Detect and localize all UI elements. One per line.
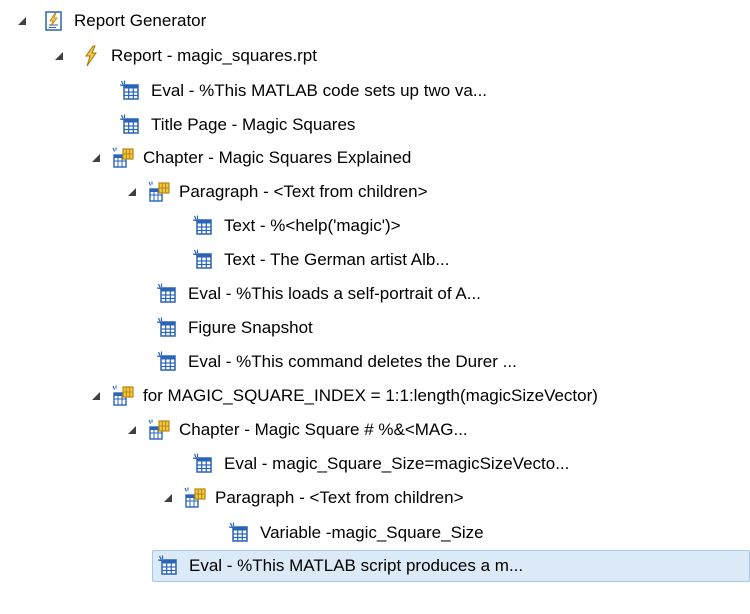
tree-node-title-page[interactable]: Title Page - Magic Squares: [120, 109, 355, 141]
lightning-icon: [85, 45, 97, 67]
tree-node-label: Eval - magic_Square_Size=magicSizeVecto.…: [224, 454, 570, 473]
table-group-icon: [148, 181, 170, 202]
tree-node-chapter[interactable]: Chapter - Magic Squares Explained: [92, 142, 411, 174]
table-icon: [158, 555, 177, 575]
tree-node-paragraph[interactable]: Paragraph - <Text from children>: [164, 482, 464, 514]
tree-node-report[interactable]: Report - magic_squares.rpt: [55, 40, 317, 72]
table-icon: [193, 215, 212, 235]
table-group-icon: [112, 385, 134, 406]
tree-node-eval[interactable]: Eval - %This loads a self-portrait of A.…: [157, 278, 481, 310]
tree-node-chapter[interactable]: Chapter - Magic Square # %&<MAG...: [128, 414, 468, 446]
table-group-icon: [148, 419, 170, 440]
tree-node-text[interactable]: Text - %<help('magic')>: [193, 210, 401, 242]
tree-node-for-loop[interactable]: for MAGIC_SQUARE_INDEX = 1:1:length(magi…: [92, 380, 598, 412]
tree-node-eval[interactable]: Eval - %This command deletes the Durer .…: [157, 346, 517, 378]
table-icon: [229, 522, 248, 542]
expanded-arrow-icon[interactable]: [92, 153, 102, 163]
report-tree: Report Generator Report - magic_squares.…: [0, 0, 750, 614]
table-icon: [193, 453, 212, 473]
expanded-arrow-icon[interactable]: [92, 391, 102, 401]
tree-node-figure-snapshot[interactable]: Figure Snapshot: [157, 312, 313, 344]
tree-node-label: Variable -magic_Square_Size: [260, 523, 484, 542]
table-icon: [193, 249, 212, 269]
tree-node-variable[interactable]: Variable -magic_Square_Size: [229, 517, 484, 549]
expanded-arrow-icon[interactable]: [55, 51, 65, 61]
tree-node-label: Title Page - Magic Squares: [151, 115, 356, 134]
table-icon: [157, 317, 176, 337]
tree-node-label: Text - The German artist Alb...: [224, 250, 450, 269]
tree-node-label: Report - magic_squares.rpt: [111, 46, 317, 65]
tree-node-paragraph[interactable]: Paragraph - <Text from children>: [128, 176, 428, 208]
tree-node-eval[interactable]: Eval - %This MATLAB code sets up two va.…: [120, 75, 487, 107]
tree-node-text[interactable]: Text - The German artist Alb...: [193, 244, 450, 276]
expanded-arrow-icon[interactable]: [18, 16, 28, 26]
tree-node-label: Paragraph - <Text from children>: [215, 488, 464, 507]
tree-node-label: Eval - %This command deletes the Durer .…: [188, 352, 517, 371]
tree-node-label: Chapter - Magic Square # %&<MAG...: [179, 420, 468, 439]
tree-node-report-generator[interactable]: Report Generator: [18, 5, 206, 37]
table-icon: [157, 283, 176, 303]
tree-node-label: Report Generator: [74, 11, 207, 30]
expanded-arrow-icon[interactable]: [128, 187, 138, 197]
expanded-arrow-icon[interactable]: [164, 493, 174, 503]
tree-node-label: Chapter - Magic Squares Explained: [143, 148, 412, 167]
table-icon: [120, 114, 139, 134]
tree-node-label: Text - %<help('magic')>: [224, 216, 401, 235]
expanded-arrow-icon[interactable]: [128, 425, 138, 435]
table-icon: [157, 351, 176, 371]
tree-node-label: Figure Snapshot: [188, 318, 313, 337]
tree-node-label: Eval - %This loads a self-portrait of A.…: [188, 284, 481, 303]
tree-node-label: Eval - %This MATLAB script produces a m.…: [189, 556, 524, 575]
table-icon: [120, 80, 139, 100]
tree-node-eval-selected[interactable]: Eval - %This MATLAB script produces a m.…: [152, 550, 750, 582]
tree-node-label: Paragraph - <Text from children>: [179, 182, 428, 201]
tree-node-label: for MAGIC_SQUARE_INDEX = 1:1:length(magi…: [143, 386, 598, 405]
table-group-icon: [184, 487, 206, 508]
tree-node-eval[interactable]: Eval - magic_Square_Size=magicSizeVecto.…: [193, 448, 569, 480]
table-group-icon: [112, 147, 134, 168]
report-generator-icon: [45, 11, 62, 31]
tree-node-label: Eval - %This MATLAB code sets up two va.…: [151, 81, 488, 100]
